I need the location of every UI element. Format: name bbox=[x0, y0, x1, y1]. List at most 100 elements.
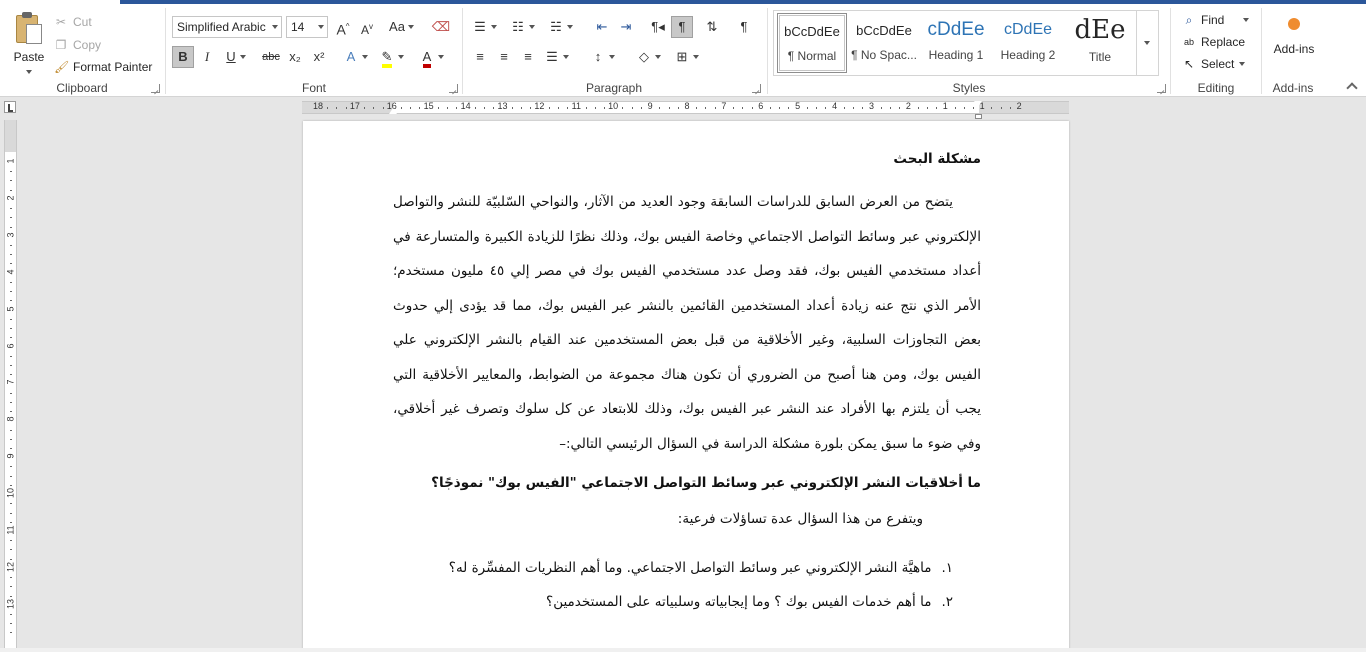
ruler-tick-mark bbox=[742, 107, 744, 109]
paste-dropdown-icon[interactable] bbox=[26, 69, 32, 74]
vruler-tick-mark bbox=[10, 208, 12, 210]
borders-dropdown-icon[interactable] bbox=[693, 55, 699, 59]
strikethrough-button[interactable]: abc bbox=[260, 46, 282, 68]
bullets-dropdown-icon[interactable] bbox=[491, 25, 497, 29]
paragraph-launcher-icon[interactable] bbox=[752, 84, 761, 93]
tab-selector[interactable] bbox=[4, 101, 16, 113]
format-painter-button[interactable]: 🖌 Format Painter bbox=[54, 57, 152, 77]
shading-button[interactable]: ◇ bbox=[633, 46, 661, 68]
list-number: ٢. bbox=[941, 594, 953, 610]
underline-dropdown-icon[interactable] bbox=[240, 55, 246, 59]
clipboard-launcher-icon[interactable] bbox=[151, 84, 160, 93]
styles-more-button[interactable] bbox=[1136, 11, 1158, 75]
sort-button[interactable]: ⇅ bbox=[701, 16, 723, 38]
first-line-indent-marker[interactable] bbox=[974, 101, 982, 107]
text-effects-dropdown-icon[interactable] bbox=[362, 55, 368, 59]
styles-launcher-icon[interactable] bbox=[1157, 84, 1166, 93]
left-indent-marker[interactable] bbox=[389, 108, 397, 114]
ruler-tick-mark bbox=[677, 107, 679, 109]
ruler-tick-mark bbox=[373, 107, 375, 109]
style-title[interactable]: dEe Title bbox=[1065, 13, 1135, 73]
line-spacing-button[interactable]: ↕ bbox=[587, 46, 615, 68]
align-right-button[interactable]: ≡ bbox=[517, 46, 539, 68]
line-spacing-dropdown-icon[interactable] bbox=[609, 55, 615, 59]
italic-button[interactable]: I bbox=[196, 46, 218, 68]
change-case-dropdown-icon[interactable] bbox=[408, 25, 414, 29]
font-family-dropdown-icon[interactable] bbox=[272, 25, 278, 29]
style-name: Heading 2 bbox=[1000, 48, 1056, 62]
numbering-button[interactable]: ☷ bbox=[507, 16, 535, 38]
list-text: ما أهم خدمات الفيس بوك ؟ وما إيجابياته و… bbox=[546, 594, 932, 610]
underline-button[interactable]: U bbox=[220, 46, 246, 68]
align-left-button[interactable]: ≡ bbox=[469, 46, 491, 68]
shading-dropdown-icon[interactable] bbox=[655, 55, 661, 59]
paste-button[interactable]: Paste bbox=[8, 10, 50, 80]
find-dropdown-icon[interactable] bbox=[1243, 18, 1250, 22]
ruler-tick-mark bbox=[825, 107, 827, 109]
ruler-tick-mark bbox=[880, 107, 882, 109]
justify-button[interactable]: ☰ bbox=[541, 46, 569, 68]
shrink-font-button[interactable]: Av bbox=[356, 16, 378, 38]
clear-formatting-button[interactable]: ⌫ bbox=[430, 16, 452, 38]
subscript-button[interactable]: x₂ bbox=[284, 46, 306, 68]
copy-button[interactable]: ❐ Copy bbox=[54, 35, 101, 55]
style-heading-1[interactable]: cDdEe Heading 1 bbox=[921, 13, 991, 73]
multilevel-dropdown-icon[interactable] bbox=[567, 25, 573, 29]
ruler-tick-mark bbox=[770, 107, 772, 109]
ruler-tick-mark bbox=[889, 107, 891, 109]
highlight-dropdown-icon[interactable] bbox=[398, 55, 404, 59]
text-effects-button[interactable]: A bbox=[340, 46, 368, 68]
superscript-label: x² bbox=[313, 49, 325, 64]
change-case-button[interactable]: Aa bbox=[386, 16, 414, 38]
font-size-combo[interactable]: 14 bbox=[286, 16, 328, 38]
show-marks-button[interactable]: ¶ bbox=[733, 16, 755, 38]
borders-button[interactable]: ⊞ bbox=[671, 46, 699, 68]
select-button[interactable]: ↖ Select bbox=[1182, 54, 1246, 74]
vertical-ruler[interactable]: 1 2 3 4 5 6 7 8 9 10 11 12 13 bbox=[4, 120, 17, 652]
align-center-button[interactable]: ≡ bbox=[493, 46, 515, 68]
numbering-dropdown-icon[interactable] bbox=[529, 25, 535, 29]
justify-dropdown-icon[interactable] bbox=[563, 55, 569, 59]
increase-indent-button[interactable]: ⇥ bbox=[615, 16, 637, 38]
font-color-button[interactable]: A bbox=[416, 46, 444, 68]
font-launcher-icon[interactable] bbox=[449, 84, 458, 93]
horizontal-ruler[interactable]: 18 17 16 15 14 13 12 11 10 9 8 7 6 5 4 3 2 1 1 2 bbox=[302, 101, 1069, 119]
style-normal[interactable]: bCcDdEe ¶ Normal bbox=[777, 13, 847, 73]
vruler-tick-mark bbox=[10, 632, 12, 634]
select-dropdown-icon[interactable] bbox=[1239, 62, 1246, 66]
format-painter-icon: 🖌 bbox=[54, 60, 70, 74]
find-button[interactable]: ⌕ Find bbox=[1182, 10, 1250, 30]
cut-button[interactable]: ✂ Cut bbox=[54, 12, 92, 32]
document-body[interactable]: مشكلة البحث يتضح من العرض السابق للدراسا… bbox=[393, 151, 981, 619]
replace-button[interactable]: ab Replace bbox=[1182, 32, 1245, 52]
vruler-tick-mark bbox=[10, 254, 12, 256]
ruler-tick-mark bbox=[751, 107, 753, 109]
highlight-button[interactable]: ✎ bbox=[376, 46, 404, 68]
decrease-indent-button[interactable]: ⇤ bbox=[591, 16, 613, 38]
ruler-tick-mark bbox=[899, 107, 901, 109]
font-size-dropdown-icon[interactable] bbox=[318, 25, 324, 29]
style-heading-2[interactable]: cDdEe Heading 2 bbox=[993, 13, 1063, 73]
style-sample: bCcDdEe bbox=[856, 23, 912, 38]
grow-font-button[interactable]: A^ bbox=[332, 16, 354, 38]
ruler-tick-mark bbox=[594, 107, 596, 109]
superscript-button[interactable]: x² bbox=[308, 46, 330, 68]
ltr-button[interactable]: ¶◂ bbox=[647, 16, 669, 38]
ltr-icon: ¶◂ bbox=[651, 19, 665, 34]
font-color-dropdown-icon[interactable] bbox=[438, 55, 444, 59]
multilevel-list-button[interactable]: ☵ bbox=[545, 16, 573, 38]
document-page[interactable]: مشكلة البحث يتضح من العرض السابق للدراسا… bbox=[303, 121, 1069, 652]
right-indent-marker[interactable] bbox=[975, 114, 982, 119]
collapse-ribbon-icon[interactable] bbox=[1346, 82, 1358, 94]
shading-icon: ◇ bbox=[639, 49, 649, 64]
bold-button[interactable]: B bbox=[172, 46, 194, 68]
addins-button[interactable]: Add-ins bbox=[1266, 14, 1322, 56]
vruler-tick-mark bbox=[10, 364, 12, 366]
font-family-combo[interactable]: Simplified Arabic bbox=[172, 16, 282, 38]
bullets-button[interactable]: ☰ bbox=[469, 16, 497, 38]
vruler-tick-label: 6 bbox=[5, 343, 16, 349]
rtl-button[interactable]: ¶ bbox=[671, 16, 693, 38]
vruler-tick-mark bbox=[10, 245, 12, 247]
vruler-tick-mark bbox=[10, 263, 12, 265]
style-no-spacing[interactable]: bCcDdEe ¶ No Spac... bbox=[849, 13, 919, 73]
